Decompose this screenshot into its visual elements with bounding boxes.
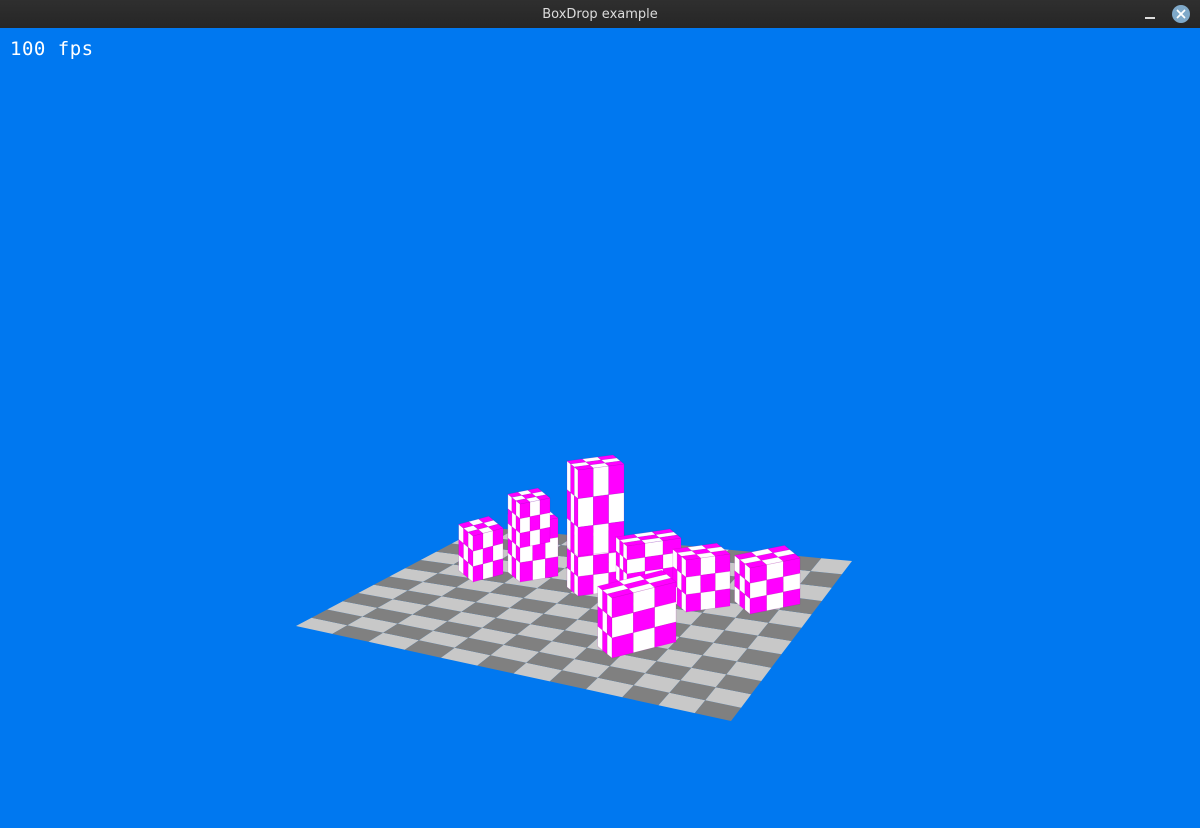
fps-counter: 100 fps (10, 38, 94, 60)
box-face (507, 522, 513, 543)
box-face (529, 514, 541, 532)
box-face (519, 516, 531, 534)
box-face (570, 463, 575, 497)
box-face (544, 556, 559, 579)
minimize-button[interactable] (1140, 4, 1162, 24)
box-face (492, 527, 504, 547)
box-face (539, 526, 551, 545)
box-face (570, 570, 575, 594)
close-button[interactable] (1172, 5, 1190, 23)
box-face (608, 492, 625, 524)
box-face (511, 526, 517, 546)
box-face (573, 495, 579, 528)
box-face (714, 553, 731, 574)
box-face (566, 547, 572, 572)
box-face (681, 590, 687, 613)
box-face (577, 554, 594, 578)
box-face (519, 501, 531, 520)
box-face (597, 625, 603, 651)
box-face (482, 530, 494, 550)
box-face (515, 558, 521, 583)
box-face (573, 553, 579, 578)
box-face (472, 532, 484, 552)
box-face (615, 564, 621, 583)
box-face (532, 558, 546, 581)
box-face (570, 550, 575, 575)
window-title: BoxDrop example (542, 7, 658, 22)
box-face (566, 517, 572, 551)
box-face (492, 558, 504, 578)
box-face (472, 548, 484, 568)
box-face (606, 633, 613, 659)
box-face (570, 520, 575, 554)
box-face (539, 512, 551, 530)
box-face (714, 570, 731, 592)
box-face (472, 563, 484, 583)
game-viewport[interactable] (0, 28, 1200, 828)
box-face (519, 530, 531, 549)
box-face (566, 460, 572, 494)
box-face (766, 591, 784, 612)
box-face (511, 555, 517, 580)
box-face (782, 588, 801, 608)
box-face (602, 629, 608, 655)
box-face (529, 528, 541, 547)
box-face (685, 574, 702, 596)
box-face (573, 466, 579, 500)
box-face (482, 560, 494, 580)
app-window: BoxDrop example 100 fps (0, 0, 1200, 828)
box-face (570, 492, 575, 525)
box-face (592, 552, 610, 576)
box-face (685, 592, 702, 613)
box-face (592, 522, 610, 555)
box-face (515, 529, 521, 549)
scene-canvas (296, 454, 852, 721)
title-bar[interactable]: BoxDrop example (0, 0, 1200, 29)
box-face (714, 588, 731, 609)
box-face (700, 555, 716, 576)
box-face (608, 463, 625, 496)
box-face (492, 542, 504, 562)
box-face (566, 489, 572, 522)
box-face (577, 524, 594, 557)
box-face (700, 590, 716, 611)
box-face (566, 567, 572, 591)
box-face (573, 573, 579, 597)
box-face (577, 574, 594, 597)
box-face (592, 465, 610, 498)
box-face (577, 496, 594, 528)
box-face (676, 586, 682, 610)
box-face (700, 572, 716, 594)
box-face (592, 494, 610, 526)
box-face (577, 467, 594, 500)
box-face (539, 497, 551, 516)
box-face (573, 523, 579, 557)
box-face (685, 557, 702, 578)
box-face (507, 552, 513, 577)
box-face (529, 499, 541, 518)
close-icon (1176, 9, 1186, 19)
box-face (482, 545, 494, 565)
box-face (749, 594, 768, 615)
box-face (519, 560, 534, 583)
